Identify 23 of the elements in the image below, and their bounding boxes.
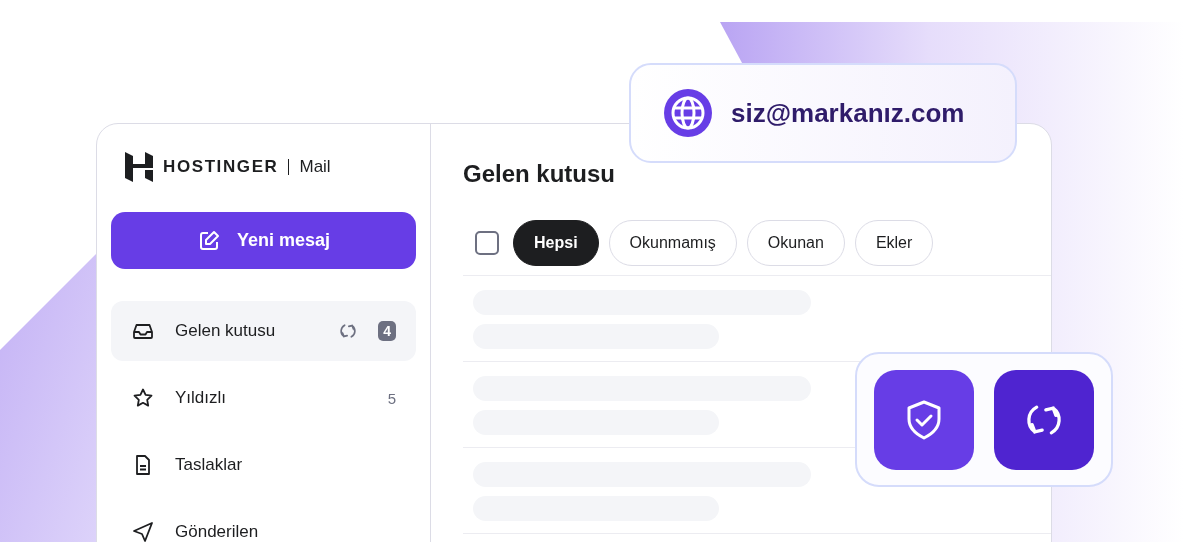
folder-label: Taslaklar: [175, 455, 244, 475]
logo-icon: [125, 152, 153, 183]
folder-label: Gelen kutusu: [175, 321, 277, 341]
page-title: Gelen kutusu: [463, 160, 617, 188]
folder-count: 5: [387, 389, 396, 407]
select-all-checkbox[interactable]: [475, 231, 499, 255]
product-name: Mail: [299, 157, 331, 178]
filter-chip[interactable]: Ekler: [854, 220, 934, 266]
brand-name: HOSTINGER: [163, 157, 279, 178]
filter-chip[interactable]: Hepsi: [513, 220, 599, 266]
globe-icon: [663, 88, 713, 138]
folder-item[interactable]: Gelen kutusu 4: [111, 301, 416, 361]
folder-label: Gönderilen: [175, 522, 260, 542]
folder-item[interactable]: Gönderilen: [111, 502, 416, 542]
folder-item[interactable]: Yıldızlı 5: [111, 368, 416, 428]
compose-button[interactable]: Yeni mesaj: [111, 212, 416, 269]
folder-label: Yıldızlı: [175, 388, 228, 408]
filter-chip[interactable]: Okunan: [746, 220, 845, 266]
email-address: siz@markanız.com: [731, 97, 965, 129]
paper-plane-icon: [131, 520, 155, 542]
unread-count: 4: [378, 321, 396, 341]
folder-item[interactable]: Taslaklar: [111, 435, 416, 495]
filter-chip[interactable]: Okunmamış: [608, 220, 737, 266]
